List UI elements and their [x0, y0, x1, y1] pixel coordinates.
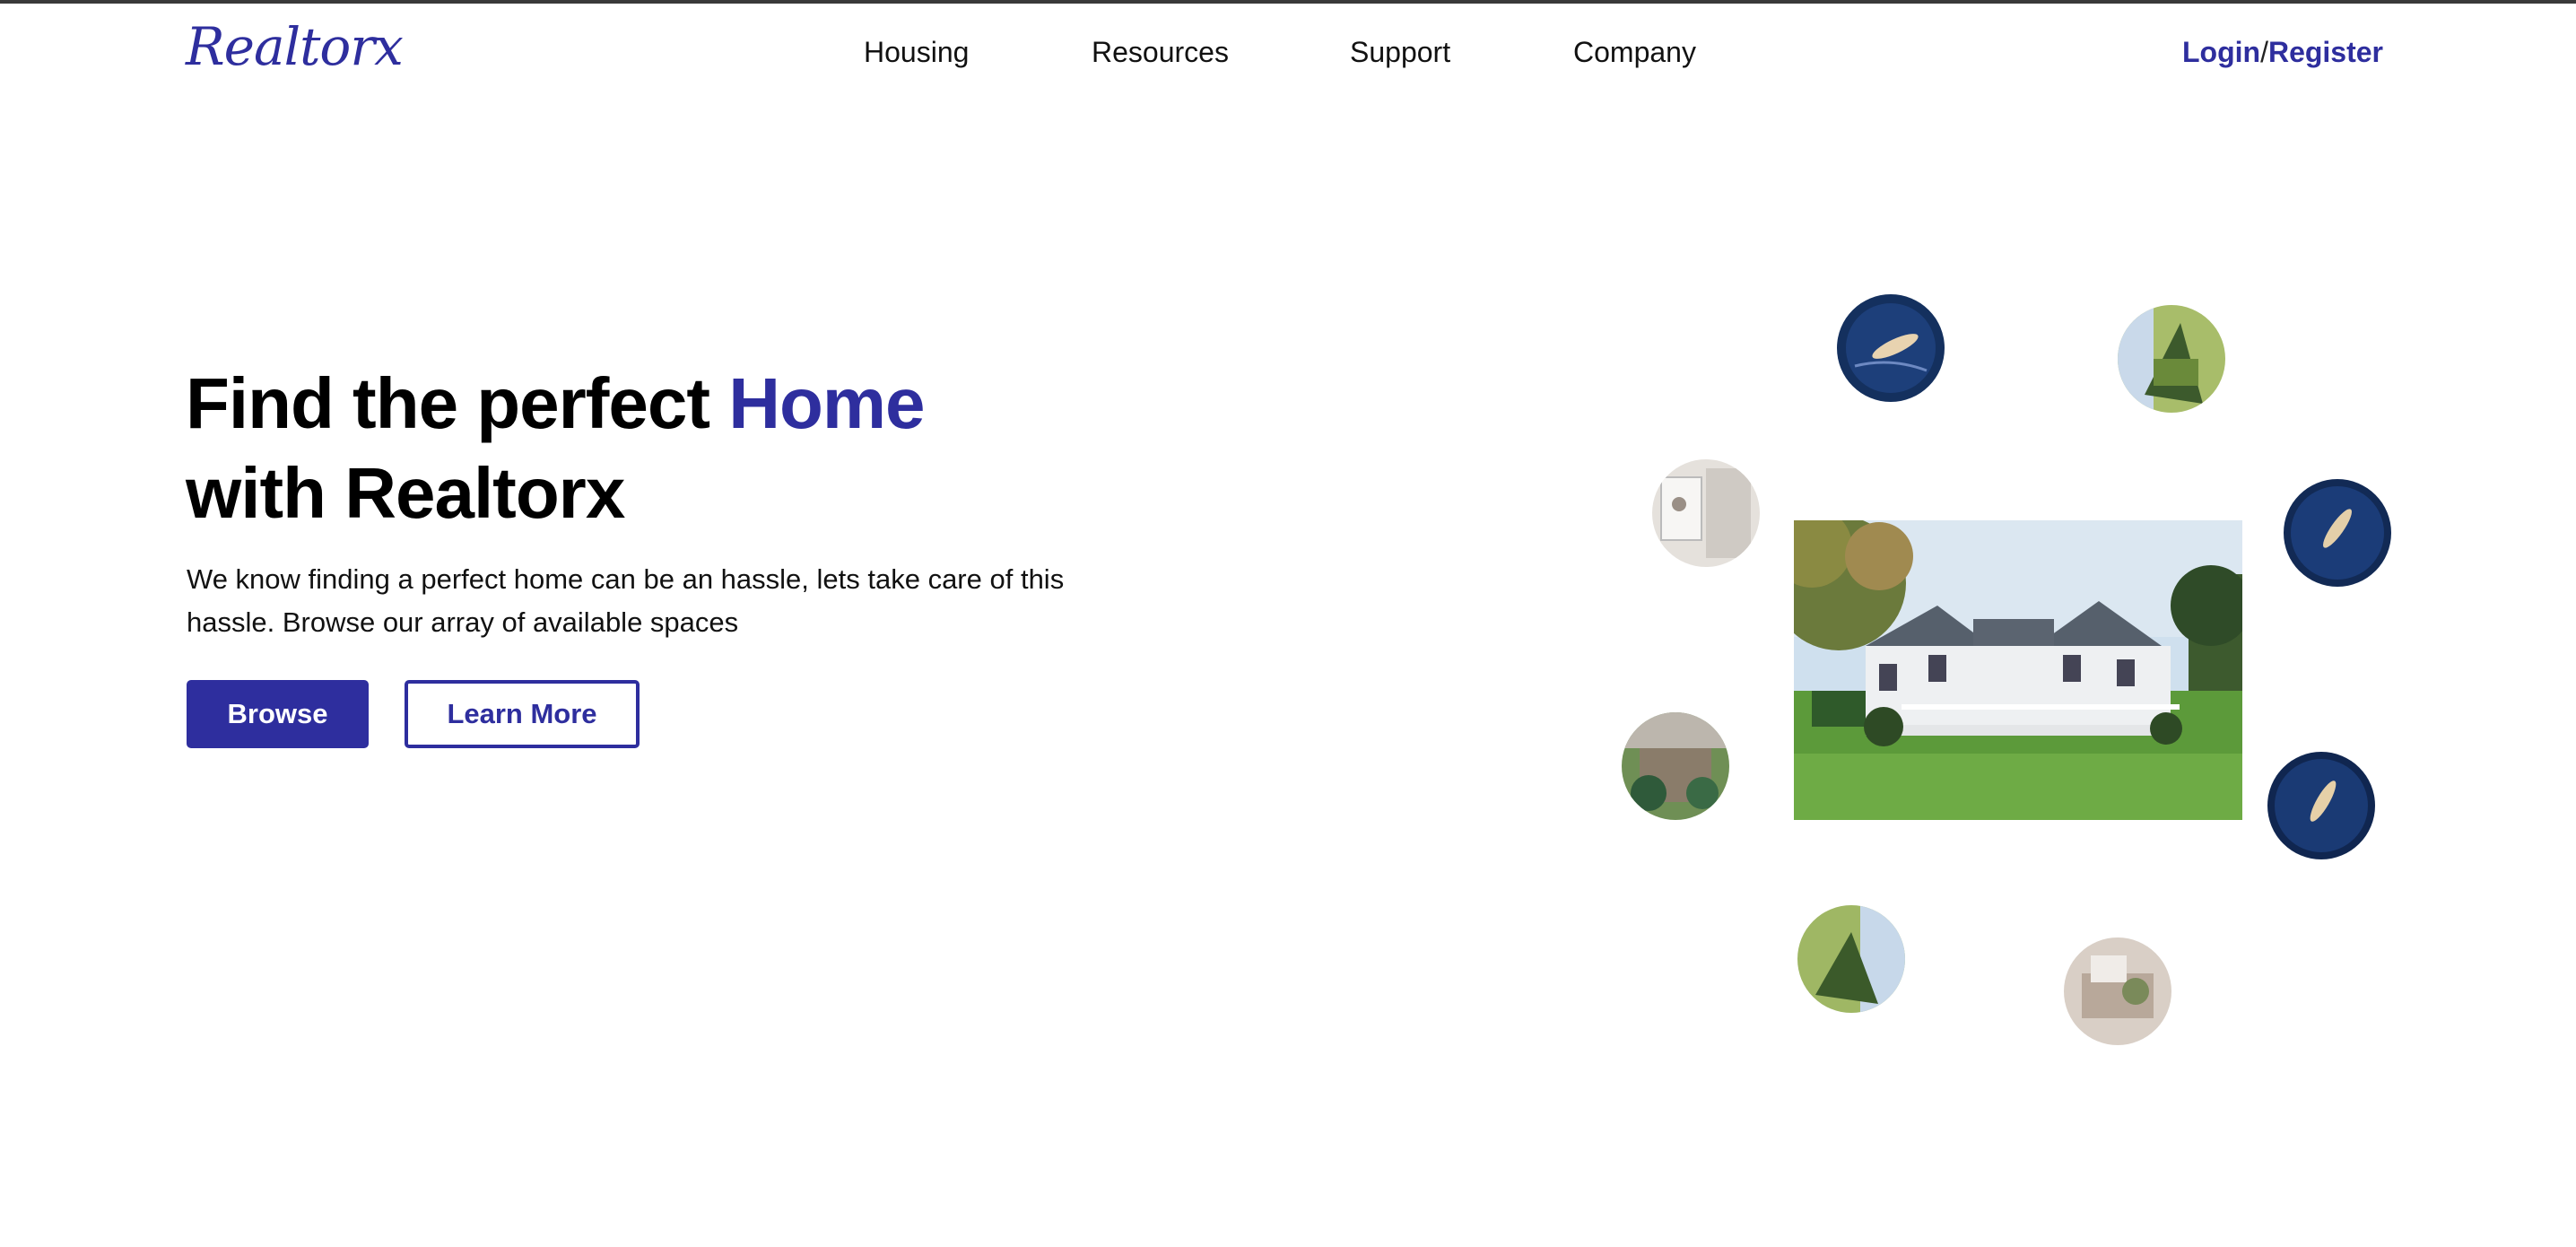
window-top-border — [0, 0, 2576, 4]
browse-button[interactable]: Browse — [187, 680, 369, 748]
nav-company[interactable]: Company — [1573, 36, 1696, 69]
gallery-thumb-pool-1 — [1837, 294, 1945, 402]
brand-logo[interactable]: Realtorx — [186, 16, 404, 77]
register-link[interactable]: Register — [2268, 36, 2383, 68]
nav-housing[interactable]: Housing — [864, 36, 969, 69]
gallery-thumb-bathroom — [1652, 459, 1760, 567]
gallery-thumb-garden-2 — [1797, 905, 1905, 1013]
gallery-thumb-garden-1 — [2118, 305, 2225, 413]
gallery-thumb-patio — [1622, 712, 1729, 820]
gallery-thumb-living-room — [2064, 937, 2171, 1045]
hero-title-start: Find the perfect — [186, 363, 729, 443]
nav-support[interactable]: Support — [1350, 36, 1450, 69]
hero-title-highlight: Home — [728, 363, 925, 443]
gallery-thumb-pool-3 — [2267, 752, 2375, 859]
auth-links: Login/Register — [2182, 36, 2383, 69]
auth-separator: / — [2260, 36, 2268, 68]
gallery-thumb-pool-2 — [2284, 479, 2391, 587]
hero-title: Find the perfect Home with Realtorx — [186, 359, 926, 538]
login-link[interactable]: Login — [2182, 36, 2260, 68]
nav-resources[interactable]: Resources — [1092, 36, 1229, 69]
hero-title-end: with Realtorx — [186, 453, 625, 533]
learn-more-button[interactable]: Learn More — [405, 680, 640, 748]
hero-description: We know finding a perfect home can be an… — [187, 563, 1065, 638]
house-photo — [1794, 520, 2242, 820]
